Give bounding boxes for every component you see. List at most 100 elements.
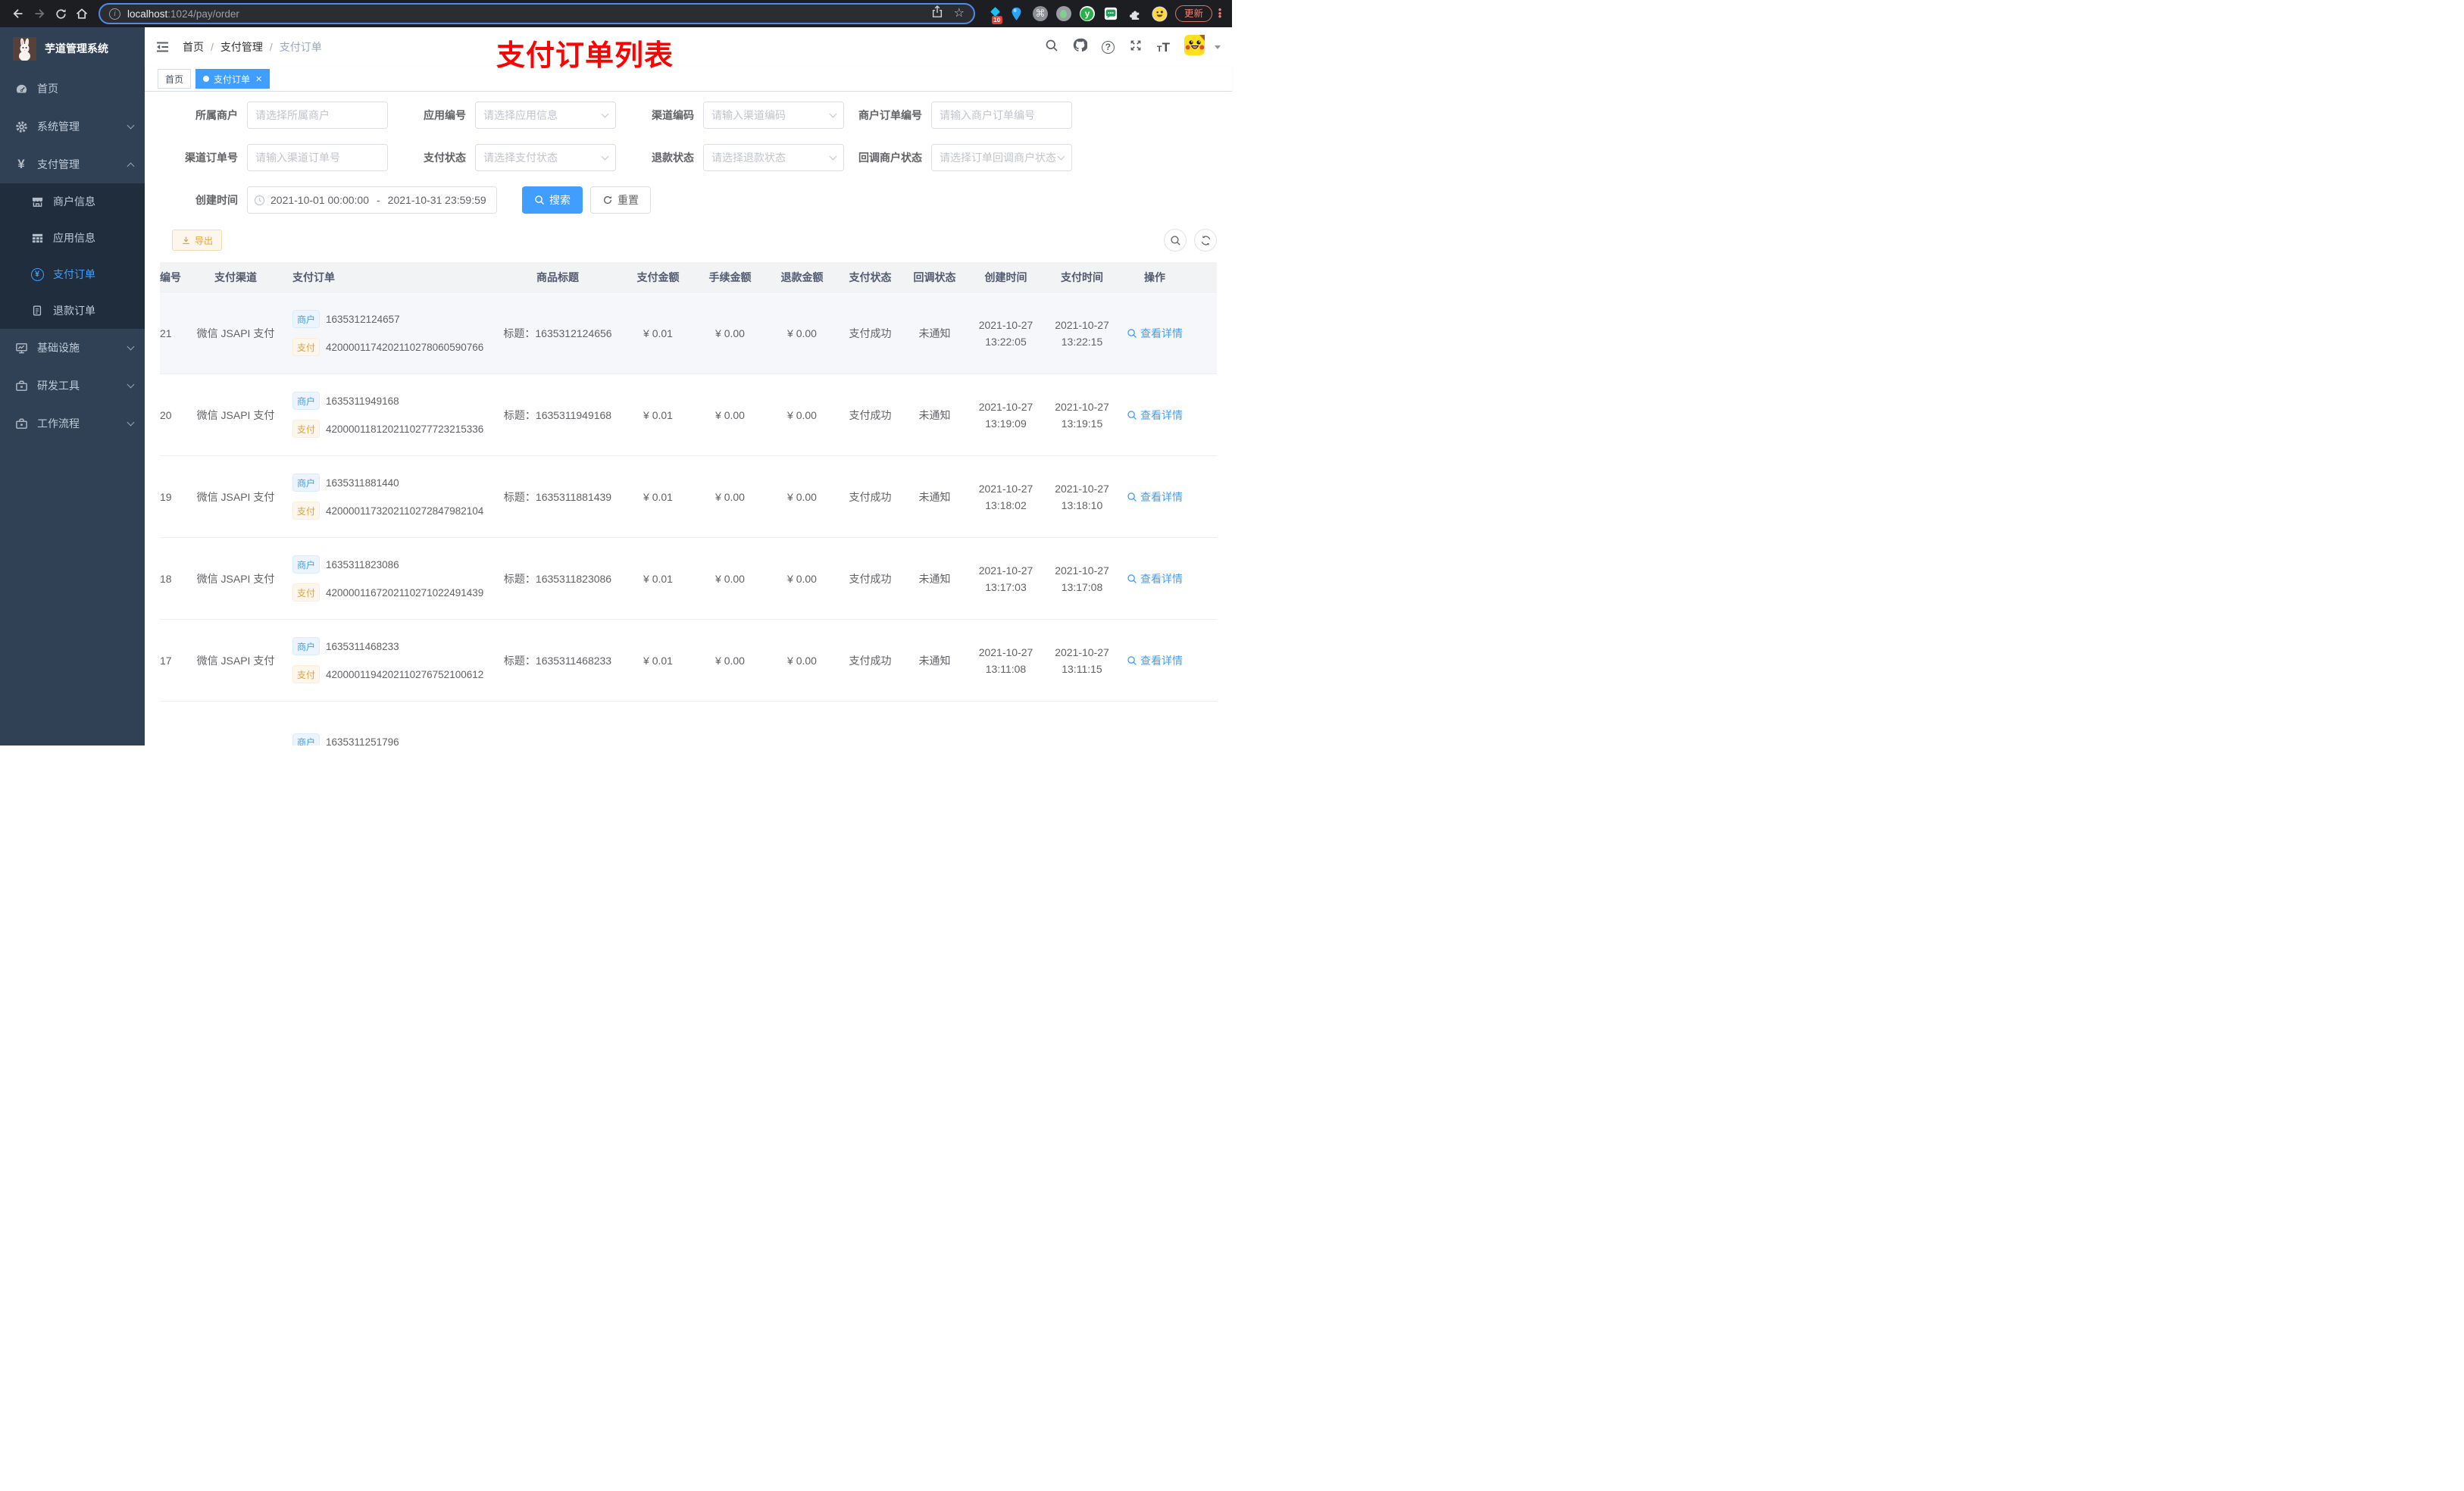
cell-actions: 查看详情 — [1119, 292, 1190, 374]
create-time: 13:22:05 — [985, 335, 1027, 348]
browser-home-button[interactable] — [71, 3, 92, 24]
cell-pay-amount: ¥ 0.01 — [643, 490, 673, 503]
extension-command-icon[interactable]: ⌘ — [1032, 6, 1048, 21]
cell-refund-amount: ¥ 0.00 — [787, 327, 817, 339]
sidebar-item-refund-order[interactable]: 退款订单 — [0, 292, 145, 329]
header-search-icon[interactable] — [1045, 39, 1058, 56]
merchant-order-line: 商户 1635311468233 — [292, 637, 399, 655]
extension-pin-icon[interactable] — [1008, 6, 1024, 22]
sidebar-item-label: 应用信息 — [53, 232, 95, 244]
sidebar-item-merchant-info[interactable]: 商户信息 — [0, 183, 145, 220]
tab-close-icon[interactable]: ✕ — [255, 74, 262, 84]
app-logo-bar[interactable]: 芋道管理系统 — [0, 27, 145, 70]
cell-pay-time: 2021-10-27 13:22:15 — [1045, 292, 1119, 374]
merchant-order-no: 1635311823086 — [326, 558, 399, 570]
sidebar-item-pay-order[interactable]: ¥ 支付订单 — [0, 256, 145, 292]
view-detail-link[interactable]: 查看详情 — [1127, 489, 1183, 505]
create-date: 2021-10-27 — [978, 564, 1033, 577]
pay-order-line: 支付 4200001181202110277723215336 — [292, 420, 483, 438]
pay-tag: 支付 — [292, 420, 321, 438]
grid-icon — [30, 232, 44, 245]
filter-merchant-order-no-input[interactable]: 请输入商户订单编号 — [931, 102, 1072, 129]
address-bar[interactable]: i localhost:1024/pay/order ☆ — [98, 3, 975, 24]
tab-home[interactable]: 首页 — [158, 69, 192, 89]
sidebar-item-home[interactable]: 首页 — [0, 70, 145, 108]
breadcrumb-payment[interactable]: 支付管理 — [220, 39, 263, 55]
clock-icon — [254, 195, 265, 206]
user-avatar[interactable] — [1184, 35, 1205, 59]
extension-y-icon[interactable]: y — [1079, 6, 1095, 21]
github-icon[interactable] — [1073, 38, 1088, 56]
browser-back-button[interactable] — [8, 3, 29, 24]
placeholder-text: 请选择支付状态 — [483, 152, 558, 164]
cell-notify-status: 未通知 — [918, 654, 951, 667]
view-detail-link[interactable]: 查看详情 — [1127, 408, 1183, 423]
breadcrumb-current: 支付订单 — [279, 41, 322, 53]
export-button[interactable]: 导出 — [172, 230, 223, 251]
search-button[interactable]: 搜索 — [522, 186, 583, 214]
merchant-order-no: 1635312124657 — [326, 313, 400, 325]
font-size-icon[interactable]: TT — [1157, 41, 1170, 54]
browser-forward-button[interactable] — [29, 3, 50, 24]
reset-button[interactable]: 重置 — [590, 186, 651, 214]
sidebar-item-label: 退款订单 — [53, 305, 95, 317]
sidebar-item-payment-mgmt[interactable]: ¥ 支付管理 — [0, 145, 145, 183]
filter-field-pay-status: 支付状态 请选择支付状态 — [388, 144, 616, 171]
filter-refund-status-select[interactable]: 请选择退款状态 — [703, 144, 844, 171]
cell-refund-amount: ¥ 0.00 — [787, 490, 817, 503]
extensions-puzzle-icon[interactable] — [1127, 6, 1143, 22]
view-detail-link[interactable]: 查看详情 — [1127, 326, 1183, 341]
view-detail-link[interactable]: 查看详情 — [1127, 653, 1183, 668]
filter-notify-status-select[interactable]: 请选择订单回调商户状态 — [931, 144, 1072, 171]
cell-create-time: 2021-10-27 13:11:08 — [967, 620, 1045, 701]
share-icon[interactable] — [931, 5, 943, 22]
refresh-table-button[interactable] — [1194, 229, 1217, 252]
sidebar-item-workflow[interactable]: 工作流程 — [0, 405, 145, 442]
merchant-order-no: 1635311251796 — [326, 736, 399, 746]
column-header-1: 支付渠道 — [214, 270, 257, 283]
browser-reload-button[interactable] — [50, 3, 71, 24]
filter-label-app-no: 应用编号 — [424, 109, 466, 121]
sidebar-item-label: 首页 — [37, 83, 58, 95]
merchant-tag: 商户 — [292, 555, 321, 574]
chevron-down-icon — [829, 152, 837, 161]
cell-pay-amount: ¥ 0.01 — [643, 327, 673, 339]
tab-pay-order[interactable]: 支付订单 ✕ — [195, 69, 270, 89]
cell-notify-status: 未通知 — [918, 572, 951, 585]
view-detail-label: 查看详情 — [1140, 490, 1183, 503]
create-time-range-input[interactable]: 2021-10-01 00:00:00 - 2021-10-31 23:59:5… — [247, 186, 497, 214]
pay-order-line: 支付 4200001194202110276752100612 — [292, 665, 483, 683]
column-header-11: 操作 — [1144, 270, 1165, 283]
filter-pay-status-select[interactable]: 请选择支付状态 — [475, 144, 616, 171]
sidebar-item-system-mgmt[interactable]: 系统管理 — [0, 108, 145, 145]
toggle-search-button[interactable] — [1164, 229, 1187, 252]
column-header-7: 支付状态 — [849, 270, 892, 283]
sidebar-item-infrastructure[interactable]: 基础设施 — [0, 329, 145, 367]
sidebar-item-app-info[interactable]: 应用信息 — [0, 220, 145, 256]
site-info-icon[interactable]: i — [109, 8, 120, 20]
filter-channel-code-select[interactable]: 请输入渠道编码 — [703, 102, 844, 129]
extension-grid-icon[interactable]: 10 — [984, 6, 1002, 24]
sidebar-item-dev-tools[interactable]: 研发工具 — [0, 367, 145, 405]
bookmark-star-icon[interactable]: ☆ — [954, 8, 965, 20]
browser-menu-icon[interactable]: • • • — [1215, 5, 1224, 21]
cell-notify-status: 未通知 — [918, 490, 951, 503]
filter-app-no-select[interactable]: 请选择应用信息 — [475, 102, 616, 129]
filter-channel-order-no-input[interactable]: 请输入渠道订单号 — [247, 144, 388, 171]
profile-avatar-icon[interactable] — [1152, 5, 1168, 22]
magnifier-icon — [1127, 410, 1137, 420]
cell-notify-status: 未通知 — [918, 327, 951, 339]
sidebar-toggle-button[interactable] — [155, 40, 170, 54]
fullscreen-icon[interactable] — [1129, 39, 1143, 56]
toolbox-icon — [14, 380, 28, 392]
cell-fee-amount: ¥ 0.00 — [715, 490, 745, 503]
filter-merchant-input[interactable]: 请选择所属商户 — [247, 102, 388, 129]
merchant-tag: 商户 — [292, 474, 321, 492]
help-icon[interactable]: ? — [1101, 40, 1115, 54]
extension-dot-icon[interactable] — [1055, 6, 1071, 21]
view-detail-link[interactable]: 查看详情 — [1127, 571, 1183, 586]
extension-chat-icon[interactable] — [1103, 6, 1119, 22]
browser-update-button[interactable]: 更新 — [1174, 5, 1212, 23]
avatar-caret-icon[interactable] — [1215, 45, 1221, 49]
breadcrumb-home[interactable]: 首页 — [183, 39, 204, 55]
